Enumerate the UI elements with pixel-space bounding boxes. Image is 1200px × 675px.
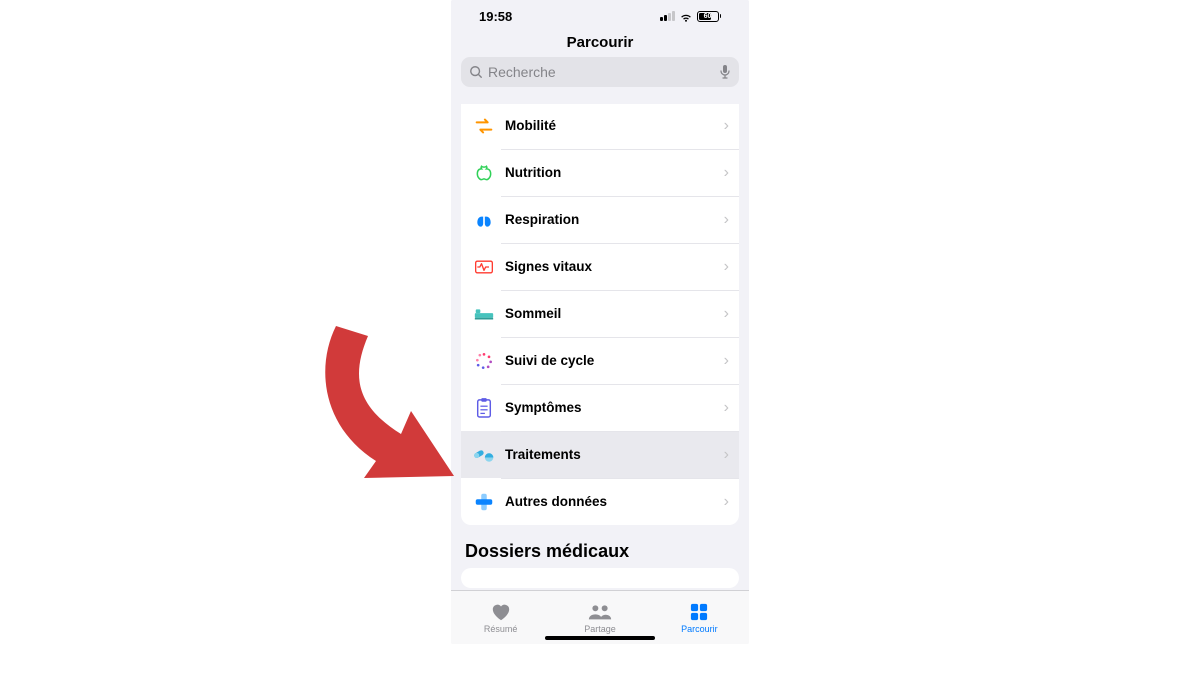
status-time: 19:58 [479, 9, 512, 24]
row-label: Autres données [505, 494, 607, 509]
row-label: Sommeil [505, 306, 561, 321]
chevron-right-icon: › [724, 352, 729, 370]
people-icon [587, 602, 613, 622]
row-label: Suivi de cycle [505, 353, 594, 368]
row-sleep[interactable]: Sommeil › [461, 290, 739, 337]
row-vitals[interactable]: Signes vitaux › [461, 243, 739, 290]
row-label: Traitements [505, 447, 581, 462]
tab-label: Résumé [484, 624, 518, 634]
scroll-area[interactable]: Mobilité › Nutrition › Respiration › [451, 104, 749, 590]
tab-label: Parcourir [681, 624, 718, 634]
row-symptoms[interactable]: Symptômes › [461, 384, 739, 431]
sleep-icon [471, 301, 497, 327]
grid-icon [690, 602, 708, 622]
other-icon [471, 489, 497, 515]
row-cycle[interactable]: Suivi de cycle › [461, 337, 739, 384]
search-bar[interactable] [461, 57, 739, 87]
row-label: Symptômes [505, 400, 582, 415]
symptoms-icon [471, 395, 497, 421]
chevron-right-icon: › [724, 258, 729, 276]
row-other[interactable]: Autres données › [461, 478, 739, 525]
chevron-right-icon: › [724, 164, 729, 182]
home-indicator[interactable] [545, 636, 655, 640]
phone-frame: 19:58 60 Parcourir [451, 0, 749, 644]
row-mobility[interactable]: Mobilité › [461, 104, 739, 149]
cellular-icon [660, 11, 675, 21]
microphone-icon[interactable] [719, 64, 731, 80]
section-medical-records: Dossiers médicaux [465, 541, 739, 562]
row-respiration[interactable]: Respiration › [461, 196, 739, 243]
tab-label: Partage [584, 624, 616, 634]
annotation-arrow [306, 316, 466, 516]
records-card [461, 568, 739, 588]
respiration-icon [471, 207, 497, 233]
row-label: Signes vitaux [505, 259, 592, 274]
chevron-right-icon: › [724, 305, 729, 323]
vitals-icon [471, 254, 497, 280]
tab-parcourir[interactable]: Parcourir [650, 591, 749, 644]
battery-icon: 60 [697, 11, 722, 22]
search-input[interactable] [488, 64, 719, 80]
row-medications[interactable]: Traitements › [461, 431, 739, 478]
cycle-icon [471, 348, 497, 374]
row-label: Mobilité [505, 118, 556, 133]
search-icon [469, 65, 483, 79]
categories-card: Mobilité › Nutrition › Respiration › [461, 104, 739, 525]
chevron-right-icon: › [724, 493, 729, 511]
chevron-right-icon: › [724, 117, 729, 135]
status-indicators: 60 [660, 11, 721, 22]
row-label: Respiration [505, 212, 579, 227]
nutrition-icon [471, 160, 497, 186]
medications-icon [471, 442, 497, 468]
heart-icon [490, 602, 512, 622]
wifi-icon [679, 11, 693, 21]
row-label: Nutrition [505, 165, 561, 180]
chevron-right-icon: › [724, 399, 729, 417]
row-nutrition[interactable]: Nutrition › [461, 149, 739, 196]
tab-resume[interactable]: Résumé [451, 591, 550, 644]
chevron-right-icon: › [724, 446, 729, 464]
mobility-icon [471, 113, 497, 139]
status-bar: 19:58 60 [451, 0, 749, 30]
page-title: Parcourir [451, 30, 749, 57]
chevron-right-icon: › [724, 211, 729, 229]
